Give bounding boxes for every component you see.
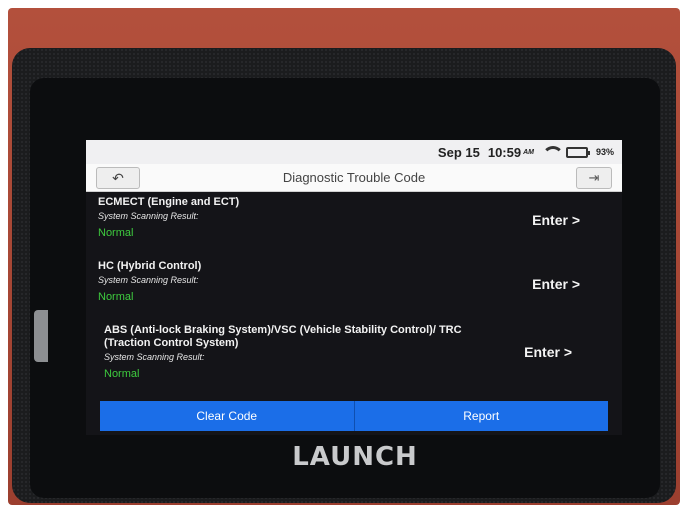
battery-icon	[565, 146, 590, 158]
scan-result-value: Normal	[104, 368, 140, 380]
title-bar: ↶ Diagnostic Trouble Code ⇥	[86, 164, 622, 192]
enter-button-hc[interactable]: Enter >	[532, 276, 580, 292]
tablet-screen: Sep 15 10:59 AM 93% ↶ Diagnostic Trouble…	[86, 140, 622, 435]
system-name: ECMECT (Engine and ECT)	[98, 196, 240, 208]
system-name: HC (Hybrid Control)	[98, 260, 202, 272]
clear-code-button[interactable]: Clear Code	[100, 401, 354, 431]
system-item-hc: HC (Hybrid Control) System Scanning Resu…	[86, 260, 622, 324]
back-arrow-icon: ↶	[112, 169, 124, 186]
action-bar: Clear Code Report	[100, 401, 608, 431]
side-button[interactable]	[34, 310, 48, 362]
exit-button[interactable]: ⇥	[576, 167, 612, 189]
report-button[interactable]: Report	[353, 401, 609, 431]
status-bar: Sep 15 10:59 AM 93%	[86, 140, 622, 164]
enter-button-abs[interactable]: Enter >	[524, 344, 572, 360]
status-date: Sep 15	[437, 144, 480, 160]
system-list: ECMECT (Engine and ECT) System Scanning …	[86, 192, 622, 402]
brand-logo: LAUNCH	[292, 442, 418, 472]
page-title: Diagnostic Trouble Code	[282, 170, 426, 185]
status-time: 10:59	[487, 144, 522, 160]
wifi-icon	[541, 146, 564, 158]
scan-result-value: Normal	[98, 291, 134, 303]
system-item-abs: ABS (Anti-lock Braking System)/VSC (Vehi…	[86, 324, 622, 402]
battery-percent: 93%	[595, 147, 614, 157]
enter-button-ecmect[interactable]: Enter >	[532, 212, 580, 228]
back-button[interactable]: ↶	[96, 167, 140, 189]
system-name: ABS (Anti-lock Braking System)/VSC (Vehi…	[104, 324, 462, 349]
scan-result-value: Normal	[98, 227, 134, 239]
system-item-ecmect: ECMECT (Engine and ECT) System Scanning …	[86, 196, 622, 260]
exit-icon: ⇥	[588, 170, 600, 185]
status-ampm: AM	[523, 148, 534, 156]
